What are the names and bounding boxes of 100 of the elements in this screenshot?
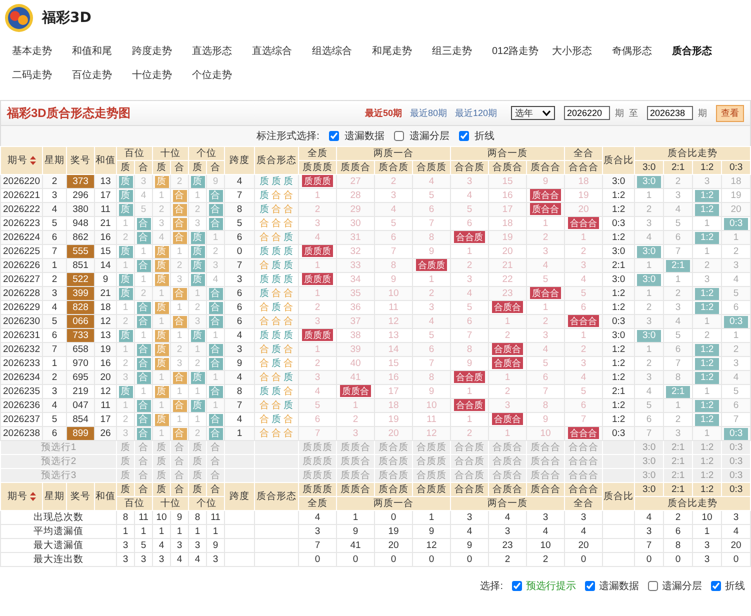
table-cell: 9 <box>450 538 489 552</box>
table-cell: 21 <box>488 258 527 272</box>
form-char: 合 <box>272 288 282 299</box>
hit-label: 质 <box>154 274 168 286</box>
table-cell: 7 <box>450 328 489 342</box>
table-cell: 合质合 <box>488 468 527 482</box>
table-cell: 6 <box>722 398 751 412</box>
nav-link[interactable]: 二码走势 <box>12 68 72 86</box>
nav-link[interactable]: 百位走势 <box>72 68 132 86</box>
table-cell: 20 <box>374 538 412 552</box>
nav-link[interactable]: 个位走势 <box>192 68 252 86</box>
form-char: 质 <box>272 358 282 369</box>
table-cell: 4 <box>224 328 254 342</box>
nav-link[interactable]: 基本走势 <box>12 44 72 62</box>
table-cell: 合合质 <box>450 440 489 454</box>
table-cell: 1 <box>692 524 722 538</box>
nav-link[interactable]: 奇偶形态 <box>612 44 672 62</box>
nav-link[interactable]: 质合形态 <box>672 44 732 62</box>
table-cell: 12 <box>374 314 412 328</box>
table-cell: 5 <box>526 272 565 286</box>
table-cell: 2 <box>564 342 603 356</box>
table-cell: 3:0 <box>634 454 664 468</box>
table-cell: 2 <box>450 426 489 440</box>
table-cell: 6 <box>224 230 254 244</box>
table-cell: 3:0 <box>634 440 664 454</box>
hit-label: 合 <box>208 316 222 328</box>
table-cell: 6 <box>722 300 751 314</box>
period-input[interactable]: 2026220 <box>564 106 610 120</box>
sort-icon <box>30 156 36 165</box>
form-char: 合 <box>260 344 270 355</box>
nav-link[interactable]: 和值和尾 <box>72 44 132 62</box>
table-cell: 2026232 <box>0 342 42 356</box>
hit-label: 合 <box>136 302 150 314</box>
form-char: 合 <box>284 414 294 425</box>
checkbox[interactable] <box>459 131 470 141</box>
table-cell: 3 <box>526 328 565 342</box>
table-cell: 2026224 <box>0 230 42 244</box>
table-cell: 4 <box>450 188 489 202</box>
table-cell: 3 <box>692 174 722 188</box>
table-cell: 3 <box>692 272 722 286</box>
nav-link[interactable]: 直选形态 <box>192 44 252 62</box>
form-char: 质 <box>284 176 294 187</box>
form-char: 合 <box>284 190 294 201</box>
checkbox[interactable] <box>585 581 595 591</box>
hit-label: 合质合 <box>492 358 524 369</box>
table-cell: 2026225 <box>0 244 42 258</box>
table-cell: 2026238 <box>0 426 42 440</box>
nav-link[interactable]: 和尾走势 <box>372 44 432 62</box>
table-cell: 0:3 <box>602 426 635 440</box>
table-cell: 14 <box>374 342 412 356</box>
table-cell: 1:2 <box>602 356 635 370</box>
table-cell: 18 <box>488 216 527 230</box>
table-cell: 17 <box>374 384 412 398</box>
nav-link[interactable]: 跨度走势 <box>132 44 192 62</box>
table-cell: 1 <box>488 314 527 328</box>
column-header: 百位 <box>116 146 152 160</box>
table-cell: 2026237 <box>0 412 42 426</box>
period-link[interactable]: 最近120期 <box>454 106 497 120</box>
nav-link[interactable]: 大小形态 <box>552 44 612 62</box>
nav-link[interactable]: 组三走势 <box>432 44 492 62</box>
hit-label: 合 <box>136 428 150 440</box>
year-select[interactable]: 选年 <box>511 106 555 120</box>
hit-label: 合质合 <box>492 302 524 313</box>
hit-label: 合 <box>208 428 222 440</box>
table-cell: 851 <box>66 258 94 272</box>
checkbox[interactable] <box>512 581 522 591</box>
column-header: 合合质 <box>450 482 489 496</box>
checkbox[interactable] <box>394 131 404 141</box>
nav-link[interactable]: 012路走势 <box>492 44 552 62</box>
table-cell: 3 <box>722 510 751 524</box>
checkbox[interactable] <box>648 581 658 591</box>
table-cell: 7 <box>412 216 451 230</box>
table-cell: 合合合 <box>564 468 603 482</box>
checkbox-label: 遗漏数据 <box>599 580 639 593</box>
table-cell: 8 <box>664 370 693 384</box>
form-char: 质 <box>272 344 282 355</box>
period-link[interactable]: 最近50期 <box>364 106 402 120</box>
checkbox[interactable] <box>329 131 340 141</box>
table-cell: 2 <box>692 328 722 342</box>
hit-label: 质质质 <box>302 246 333 257</box>
table-cell: 预选行2 <box>0 454 116 468</box>
sort-header[interactable]: 期号 <box>0 146 42 174</box>
hit-label: 合 <box>208 288 222 300</box>
table-cell: 39 <box>336 342 374 356</box>
site-title: 福彩3D <box>42 9 92 27</box>
table-cell: 3 <box>634 216 664 230</box>
checkbox[interactable] <box>711 581 721 591</box>
table-cell: 4 <box>412 314 451 328</box>
table-cell: 6 <box>664 524 693 538</box>
table-cell: 2 <box>526 552 565 566</box>
nav-link[interactable]: 直选综合 <box>252 44 312 62</box>
view-button[interactable]: 查看 <box>716 104 744 122</box>
table-cell: 2 <box>664 174 693 188</box>
form-char: 合 <box>260 218 270 229</box>
sort-header[interactable]: 期号 <box>0 482 42 510</box>
nav-link[interactable]: 组选综合 <box>312 44 372 62</box>
period-input[interactable]: 2026238 <box>647 106 693 120</box>
nav-link[interactable]: 十位走势 <box>132 68 192 86</box>
period-link[interactable]: 最近80期 <box>410 106 447 120</box>
table-cell: 2 <box>526 230 565 244</box>
